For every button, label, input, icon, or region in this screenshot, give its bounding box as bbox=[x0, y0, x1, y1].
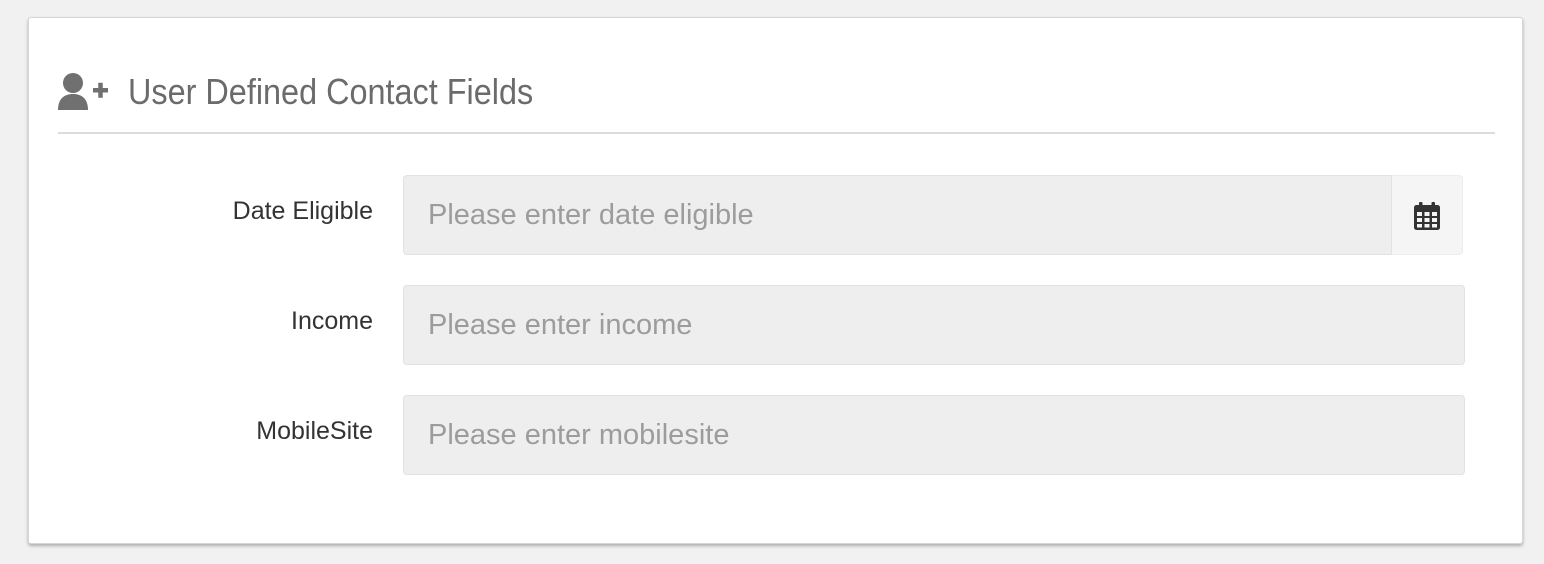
mobilesite-label: MobileSite bbox=[256, 417, 373, 445]
form-row-income: Income bbox=[29, 285, 1524, 365]
mobilesite-input[interactable] bbox=[403, 395, 1465, 475]
date-eligible-input[interactable] bbox=[403, 175, 1392, 255]
panel-header: User Defined Contact Fields bbox=[58, 70, 1495, 134]
form-row-date-eligible: Date Eligible bbox=[29, 175, 1524, 255]
income-label: Income bbox=[291, 307, 373, 335]
date-picker-button[interactable] bbox=[1391, 175, 1463, 255]
income-input[interactable] bbox=[403, 285, 1465, 365]
panel-title: User Defined Contact Fields bbox=[128, 71, 534, 112]
calendar-icon bbox=[1414, 202, 1440, 230]
date-eligible-label: Date Eligible bbox=[232, 197, 373, 225]
date-eligible-input-group bbox=[403, 175, 1463, 255]
form-row-mobilesite: MobileSite bbox=[29, 395, 1524, 475]
user-defined-contact-fields-panel: User Defined Contact Fields Date Eligibl… bbox=[28, 17, 1523, 544]
user-plus-icon bbox=[58, 72, 110, 112]
